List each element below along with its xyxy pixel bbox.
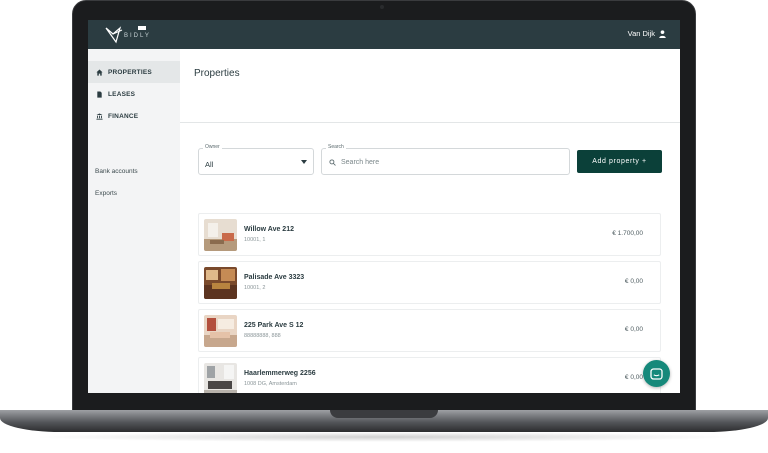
home-icon — [96, 68, 103, 76]
property-thumbnail — [204, 363, 237, 393]
chat-icon — [650, 367, 663, 380]
sidebar-item-finance[interactable]: FINANCE — [88, 105, 180, 127]
property-row[interactable]: Palisade Ave 3323 10001, 2 € 0,00 — [198, 261, 661, 304]
property-address: 1008 DG, Amsterdam — [244, 381, 297, 387]
laptop-shadow — [30, 432, 738, 442]
search-input[interactable]: Search Search here — [321, 144, 570, 175]
user-name: Van Dijk — [627, 29, 655, 38]
chat-button[interactable] — [643, 360, 670, 387]
search-placeholder: Search here — [341, 159, 380, 166]
owner-value: All — [205, 160, 214, 169]
document-icon — [97, 90, 102, 98]
sidebar-item-properties[interactable]: PROPERTIES — [88, 61, 180, 83]
page-header: Properties — [180, 49, 680, 123]
property-amount: € 0,00 — [624, 326, 643, 333]
user-icon — [659, 29, 666, 38]
sidebar-item-label: LEASES — [108, 90, 136, 98]
property-amount: € 0,00 — [624, 278, 643, 285]
main-content: Properties Owner All Search Search here … — [180, 49, 680, 393]
page-title: Properties — [194, 68, 240, 79]
property-name: 225 Park Ave S 12 — [244, 322, 304, 329]
bank-icon — [96, 112, 103, 120]
property-name: Palisade Ave 3323 — [244, 274, 305, 281]
top-bar: BIDLY Van Dijk — [88, 20, 680, 49]
property-thumbnail — [204, 315, 237, 347]
property-name: Haarlemmerweg 2256 — [244, 370, 316, 377]
property-amount: € 1.700,00 — [612, 230, 643, 237]
property-row[interactable]: Haarlemmerweg 2256 1008 DG, Amsterdam € … — [198, 357, 661, 393]
camera-dot — [380, 5, 384, 9]
laptop-notch — [330, 410, 438, 418]
sidebar-item-leases[interactable]: LEASES — [88, 83, 180, 105]
search-label: Search — [326, 144, 346, 150]
owner-select[interactable]: Owner All — [198, 144, 314, 175]
sidebar-link-exports[interactable]: Exports — [95, 190, 117, 197]
property-address: 10001, 2 — [244, 285, 266, 291]
brand-name: BIDLY — [124, 33, 151, 39]
chevron-down-icon — [301, 160, 307, 164]
owner-label: Owner — [203, 144, 222, 150]
add-property-button[interactable]: Add property + — [577, 150, 662, 173]
property-thumbnail — [204, 267, 237, 299]
search-icon — [329, 159, 336, 166]
property-address: 10001, 1 — [244, 237, 266, 243]
property-row[interactable]: Willow Ave 212 10001, 1 € 1.700,00 — [198, 213, 661, 256]
sidebar: PROPERTIES LEASES FINANCE Bank accounts … — [88, 49, 180, 393]
user-menu[interactable]: Van Dijk — [628, 29, 666, 38]
sidebar-link-bank-accounts[interactable]: Bank accounts — [95, 168, 138, 175]
property-thumbnail — [204, 219, 237, 251]
property-address: 88888888, 888 — [244, 333, 281, 339]
sidebar-item-label: FINANCE — [108, 112, 139, 120]
property-amount: € 0,00 — [624, 374, 643, 381]
property-row[interactable]: 225 Park Ave S 12 88888888, 888 € 0,00 — [198, 309, 661, 352]
property-name: Willow Ave 212 — [244, 226, 294, 233]
app-screen: BIDLY Van Dijk PROPERTIES LEASES FINANCE… — [88, 20, 680, 393]
sidebar-item-label: PROPERTIES — [108, 68, 152, 76]
